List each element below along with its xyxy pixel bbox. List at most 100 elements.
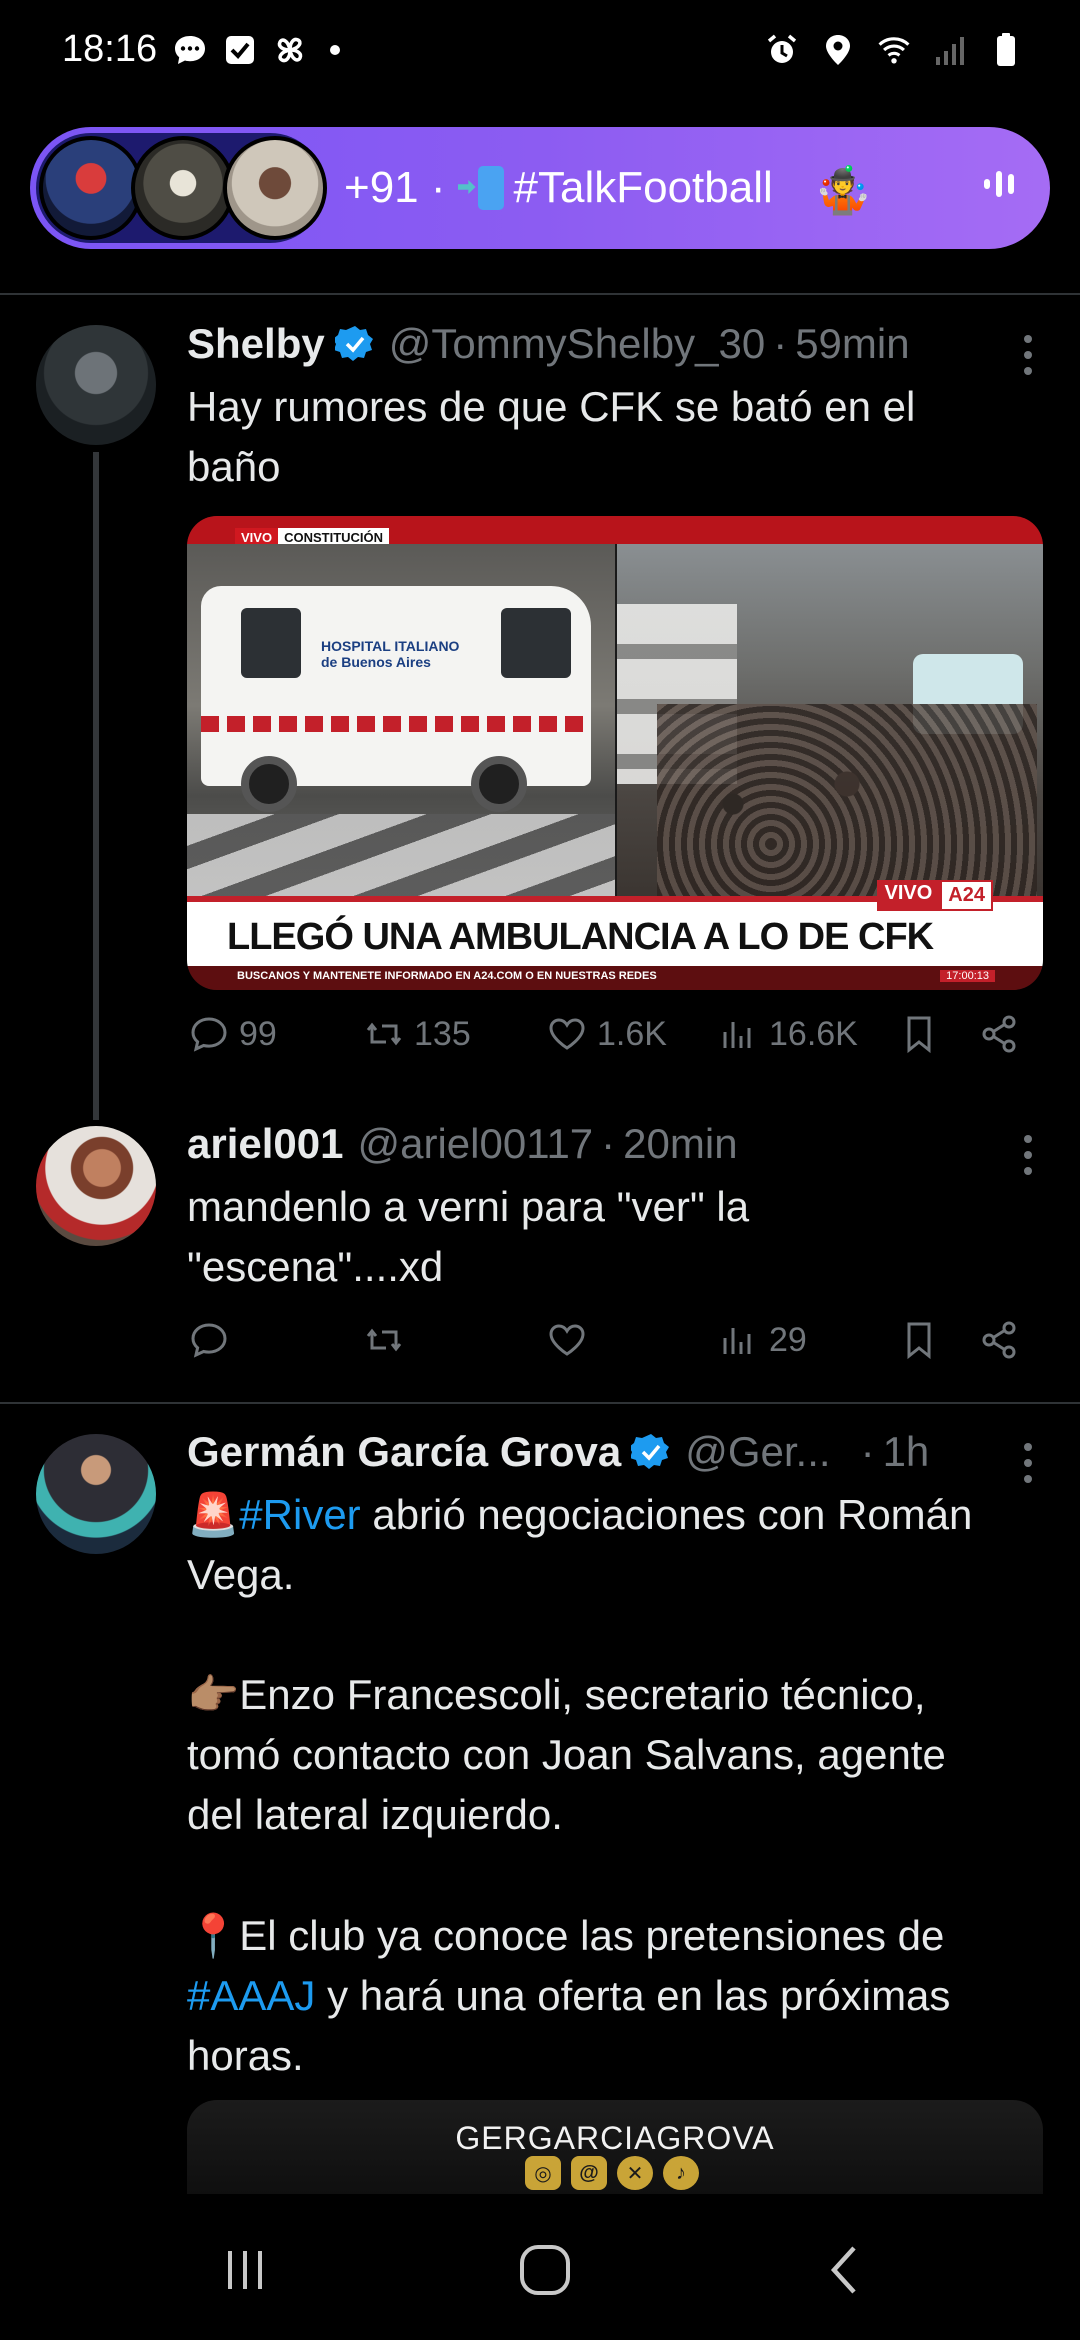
views-count: 16.6K	[769, 1014, 858, 1053]
like-button[interactable]	[545, 1318, 597, 1362]
paragraph-start: 📍El club ya conoce las pretensiones de	[187, 1912, 945, 1959]
back-icon	[830, 2246, 856, 2294]
space-emoji: 🤹	[814, 164, 872, 216]
channel-name: A24	[940, 880, 993, 911]
threads-icon: @	[571, 2156, 607, 2190]
repost-button[interactable]	[362, 1318, 414, 1362]
like-button[interactable]: 1.6K	[545, 1012, 667, 1056]
heart-icon	[549, 1324, 585, 1356]
heart-icon	[549, 1018, 585, 1050]
tweet-header: Shelby @TommyShelby_30 · 59min	[187, 320, 910, 368]
hashtag-aaaj[interactable]: #AAAJ	[187, 1972, 315, 2019]
share-button[interactable]	[977, 1318, 1021, 1362]
checkbox-icon	[222, 32, 258, 68]
tweet-header: ariel001 @ariel00117 · 20min	[187, 1120, 738, 1168]
tweet-actions: 99 135 1.6K 16.6K	[187, 1012, 1047, 1072]
timestamp[interactable]: 59min	[795, 320, 909, 368]
tweet-text: 🚨#River abrió negociaciones con Román Ve…	[187, 1485, 1047, 1605]
back-button[interactable]	[810, 2242, 880, 2298]
views-button[interactable]: 16.6K	[717, 1012, 858, 1056]
tweet-actions: 29	[187, 1318, 1047, 1378]
home-button[interactable]	[510, 2242, 580, 2298]
siren-emoji: 🚨	[187, 1491, 240, 1538]
reply-button[interactable]	[187, 1318, 239, 1362]
system-icons	[764, 32, 1024, 68]
bookmark-icon	[907, 1016, 931, 1054]
separator: ·	[773, 320, 788, 367]
banner-headline: LLEGÓ UNA AMBULANCIA A LO DE CFK	[227, 916, 934, 958]
alarm-icon	[764, 32, 800, 68]
system-nav-bar	[0, 2194, 1080, 2340]
channel-logo: VIVO A24	[876, 880, 993, 911]
ticker-clock: 17:00:13	[940, 970, 995, 982]
repost-count: 135	[414, 1014, 471, 1053]
bookmark-button[interactable]	[897, 1318, 941, 1362]
avatar[interactable]	[36, 1126, 156, 1246]
handle[interactable]: @Ger...	[685, 1428, 830, 1476]
listener-count: +91 ·	[344, 163, 446, 212]
avatar	[39, 136, 143, 240]
reply-count: 99	[239, 1014, 277, 1053]
avatar[interactable]	[36, 1434, 156, 1554]
more-options-icon[interactable]	[1022, 1135, 1034, 1175]
handle[interactable]: @TommyShelby_30	[389, 320, 765, 368]
media-brand: GERGARCIAGROVA	[455, 2120, 775, 2156]
reply-icon	[191, 1323, 227, 1358]
wifi-icon	[876, 32, 912, 68]
divider	[0, 293, 1080, 295]
repost-icon	[366, 1328, 402, 1352]
views-button[interactable]: 29	[717, 1318, 807, 1362]
ambulance-scene: HOSPITAL ITALIANO de Buenos Aires	[187, 544, 615, 904]
hashtag-river[interactable]: #River	[239, 1491, 360, 1538]
live-space-pill[interactable]: +91 · #TalkFootball 🤹	[30, 127, 1050, 249]
phone-arrow-icon	[477, 166, 504, 210]
channel-live: VIVO	[876, 880, 941, 911]
views-count: 29	[769, 1320, 807, 1359]
home-icon	[520, 2245, 570, 2295]
timestamp[interactable]: 20min	[623, 1120, 737, 1168]
tweet-text: mandenlo a verni para "ver" la "escena".…	[187, 1183, 750, 1290]
avatar[interactable]	[36, 325, 156, 445]
repost-icon	[366, 1022, 402, 1046]
status-bar: 18:16	[0, 0, 1080, 104]
separator: ·	[601, 1120, 616, 1167]
more-options-icon[interactable]	[1022, 335, 1034, 375]
avatar	[131, 136, 235, 240]
avatar	[223, 136, 327, 240]
verified-badge-icon	[334, 326, 373, 361]
display-name[interactable]: Germán García Grova	[187, 1428, 621, 1476]
more-options-icon[interactable]	[1022, 1443, 1034, 1483]
ambulance-logo: HOSPITAL ITALIANO de Buenos Aires	[321, 638, 460, 670]
like-count: 1.6K	[597, 1014, 667, 1053]
verified-badge-icon	[631, 1434, 670, 1469]
bookmark-button[interactable]	[897, 1012, 941, 1056]
share-button[interactable]	[977, 1012, 1021, 1056]
display-name[interactable]: Shelby	[187, 320, 325, 368]
tweet-text: Hay rumores de que CFK se bató en el bañ…	[187, 383, 916, 490]
share-icon	[982, 1015, 1016, 1053]
display-name[interactable]: ariel001	[187, 1120, 343, 1168]
fan-icon	[272, 32, 308, 68]
reply-icon	[191, 1017, 227, 1052]
notification-icons	[172, 32, 340, 68]
space-avatars	[36, 133, 327, 243]
ambulance: HOSPITAL ITALIANO de Buenos Aires	[201, 586, 591, 812]
x-logo-icon: ✕	[617, 2156, 653, 2190]
tweet-header: Germán García Grova @Ger... · 1h	[187, 1428, 929, 1476]
timestamp[interactable]: 1h	[883, 1428, 930, 1476]
audio-bars-icon	[984, 171, 1014, 197]
handle[interactable]: @ariel00117	[357, 1120, 593, 1168]
recent-apps-button[interactable]	[210, 2242, 280, 2298]
news-banner: VIVO A24 LLEGÓ UNA AMBULANCIA A LO DE CF…	[187, 880, 1043, 966]
tweet-text-paragraph: 📍El club ya conoce las pretensiones de #…	[187, 1906, 1047, 2086]
tweet-media-image[interactable]: GERGARCIAGROVA ◎ @ ✕ ♪	[187, 2100, 1043, 2195]
repost-button[interactable]: 135	[362, 1012, 471, 1056]
share-icon	[982, 1321, 1016, 1359]
tweet-text-paragraph: 👉🏽Enzo Francescoli, secretario técnico, …	[187, 1671, 946, 1838]
battery-icon	[988, 32, 1024, 68]
news-ticker: BUSCANOS Y MANTENETE INFORMADO EN A24.CO…	[187, 966, 1043, 990]
reply-button[interactable]: 99	[187, 1012, 277, 1056]
views-icon	[723, 1022, 751, 1048]
tweet-media-image[interactable]: VIVO CONSTITUCIÓN HOSPITAL ITALIANO de B…	[187, 516, 1043, 990]
chat-bubble-icon	[172, 32, 208, 68]
